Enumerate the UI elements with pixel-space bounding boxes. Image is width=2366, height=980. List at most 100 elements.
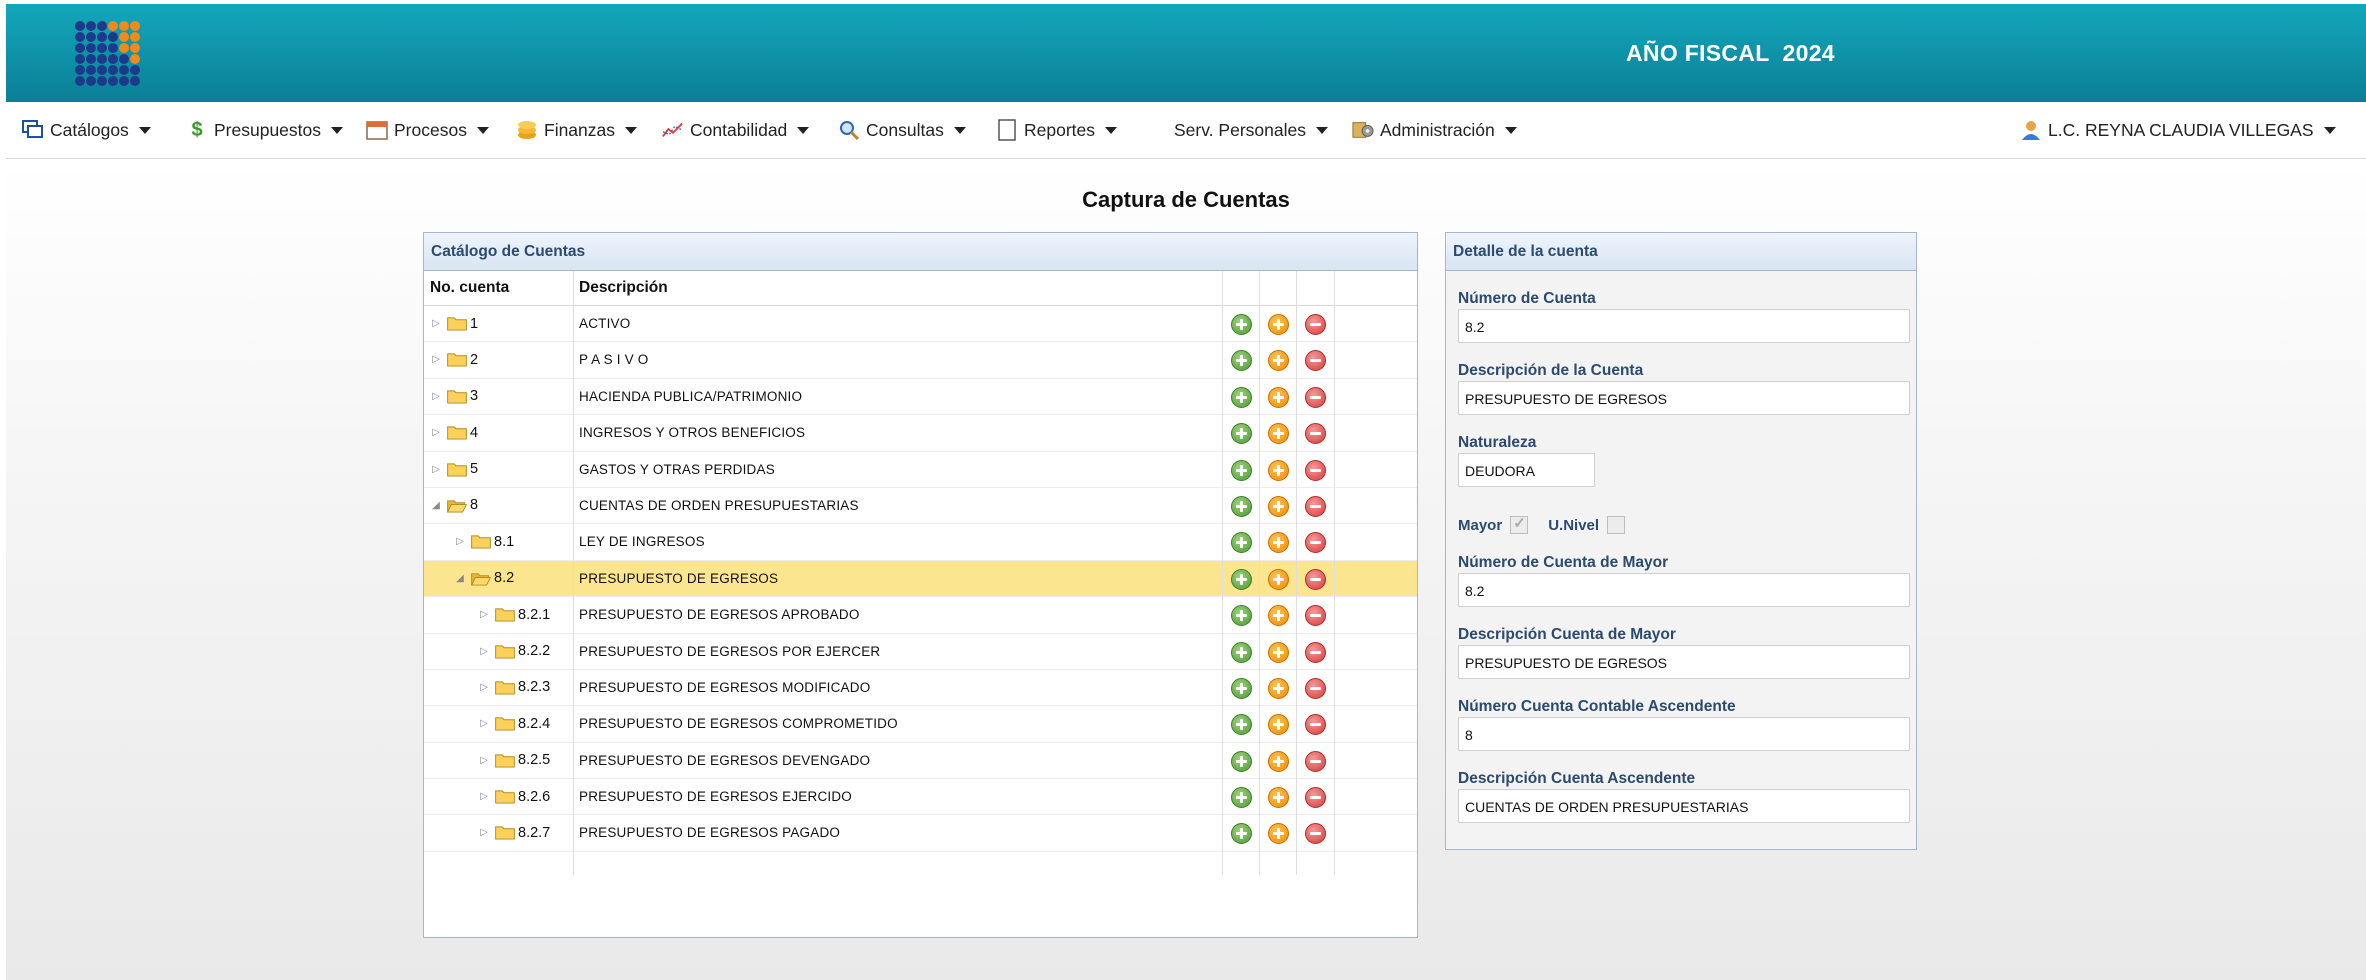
page-title: Captura de Cuentas [1082,187,1290,212]
add-account-icon[interactable] [1231,423,1252,445]
account-number: 8.2.2 [518,643,551,660]
delete-account-icon[interactable] [1305,568,1326,590]
add-account-icon[interactable] [1231,714,1252,736]
expand-icon[interactable]: ▷ [478,755,490,766]
descripcion-mayor-field[interactable]: PRESUPUESTO DE EGRESOS [1458,645,1910,679]
delete-account-icon[interactable] [1305,641,1326,663]
menu-finanzas-label: Finanzas [544,119,616,140]
edit-account-icon[interactable] [1268,423,1289,445]
report-icon [996,119,1018,141]
calendar-icon [366,119,388,141]
add-account-icon[interactable] [1231,386,1252,408]
expand-icon[interactable]: ▷ [478,646,490,657]
add-account-icon[interactable] [1231,677,1252,699]
delete-account-icon[interactable] [1305,714,1326,736]
menu-contabilidad[interactable]: Contabilidad [662,102,810,158]
edit-account-icon[interactable] [1268,641,1289,663]
account-number: 8.2.6 [518,788,551,805]
expand-icon[interactable]: ▷ [430,464,442,475]
edit-account-icon[interactable] [1268,605,1289,627]
mayor-checkbox[interactable] [1510,514,1529,534]
add-account-icon[interactable] [1231,605,1252,627]
expand-icon[interactable]: ▷ [478,718,490,729]
account-number-cell: ▷ 8.2.4 [478,706,550,741]
descripcion-ascendente-field[interactable]: CUENTAS DE ORDEN PRESUPUESTARIAS [1458,789,1910,823]
expand-icon[interactable]: ▷ [454,536,466,547]
expand-icon[interactable]: ▷ [430,427,442,438]
catalog-panel: Catálogo de Cuentas No. cuenta Descripci… [423,232,1418,938]
naturaleza-field[interactable]: DEUDORA [1458,453,1595,487]
add-account-icon[interactable] [1231,823,1252,845]
numero-cuenta-field[interactable]: 8.2 [1458,309,1910,343]
edit-account-icon[interactable] [1268,787,1289,809]
descripcion-cuenta-field[interactable]: PRESUPUESTO DE EGRESOS [1458,381,1910,415]
menu-consultas[interactable]: Consultas [838,102,966,158]
delete-account-icon[interactable] [1305,459,1326,481]
menu-reportes[interactable]: Reportes [996,102,1118,158]
col-header-descripcion[interactable]: Descripción [579,271,668,305]
delete-account-icon[interactable] [1305,495,1326,517]
menu-administracion[interactable]: Administración [1352,102,1517,158]
add-account-icon[interactable] [1231,568,1252,590]
expand-icon[interactable]: ▷ [430,391,442,402]
delete-account-icon[interactable] [1305,423,1326,445]
folder-icon [495,790,515,804]
expand-icon[interactable]: ▷ [478,609,490,620]
edit-account-icon[interactable] [1268,750,1289,772]
delete-account-icon[interactable] [1305,314,1326,335]
account-number: 8.2.5 [518,752,551,769]
account-number-cell: ▷ 8.1 [454,524,514,559]
coins-icon [516,119,538,141]
col-header-no-cuenta[interactable]: No. cuenta [430,271,509,305]
expand-icon[interactable]: ▷ [430,318,442,329]
magnifier-icon [838,119,860,141]
add-account-icon[interactable] [1231,350,1252,372]
collapse-icon[interactable]: ◢ [430,500,442,511]
user-menu[interactable]: L.C. REYNA CLAUDIA VILLEGAS [2020,102,2336,158]
delete-account-icon[interactable] [1305,787,1326,809]
menu-finanzas[interactable]: Finanzas [516,102,638,158]
add-account-icon[interactable] [1231,787,1252,809]
column-divider [1259,271,1260,875]
mayor-label: Mayor [1458,516,1503,534]
univel-checkbox[interactable] [1607,516,1626,534]
edit-account-icon[interactable] [1268,386,1289,408]
edit-account-icon[interactable] [1268,532,1289,554]
edit-account-icon[interactable] [1268,714,1289,736]
add-account-icon[interactable] [1231,532,1252,554]
add-account-icon[interactable] [1231,495,1252,517]
expand-icon[interactable]: ▷ [478,791,490,802]
numero-ascendente-field[interactable]: 8 [1458,717,1910,751]
account-number: 4 [470,424,479,441]
edit-account-icon[interactable] [1268,677,1289,699]
edit-account-icon[interactable] [1268,459,1289,481]
numero-mayor-field[interactable]: 8.2 [1458,573,1910,607]
delete-account-icon[interactable] [1305,605,1326,627]
menu-serv-personales[interactable]: Serv. Personales [1174,102,1328,158]
delete-account-icon[interactable] [1305,677,1326,699]
delete-account-icon[interactable] [1305,350,1326,372]
delete-account-icon[interactable] [1305,532,1326,554]
delete-account-icon[interactable] [1305,386,1326,408]
menu-procesos[interactable]: Procesos [366,102,489,158]
edit-account-icon[interactable] [1268,350,1289,372]
folder-icon [495,717,515,731]
menu-catalogos[interactable]: Catálogos [22,102,151,158]
edit-account-icon[interactable] [1268,495,1289,517]
delete-account-icon[interactable] [1305,823,1326,845]
account-description: CUENTAS DE ORDEN PRESUPUESTARIAS [579,497,859,513]
collapse-icon[interactable]: ◢ [454,573,466,584]
delete-account-icon[interactable] [1305,750,1326,772]
edit-account-icon[interactable] [1268,568,1289,590]
add-account-icon[interactable] [1231,459,1252,481]
edit-account-icon[interactable] [1268,823,1289,845]
account-description: GASTOS Y OTRAS PERDIDAS [579,461,775,477]
menu-presupuestos[interactable]: $ Presupuestos [186,102,344,158]
add-account-icon[interactable] [1231,750,1252,772]
edit-account-icon[interactable] [1268,314,1289,335]
expand-icon[interactable]: ▷ [430,354,442,365]
add-account-icon[interactable] [1231,314,1252,335]
add-account-icon[interactable] [1231,641,1252,663]
expand-icon[interactable]: ▷ [478,827,490,838]
expand-icon[interactable]: ▷ [478,682,490,693]
